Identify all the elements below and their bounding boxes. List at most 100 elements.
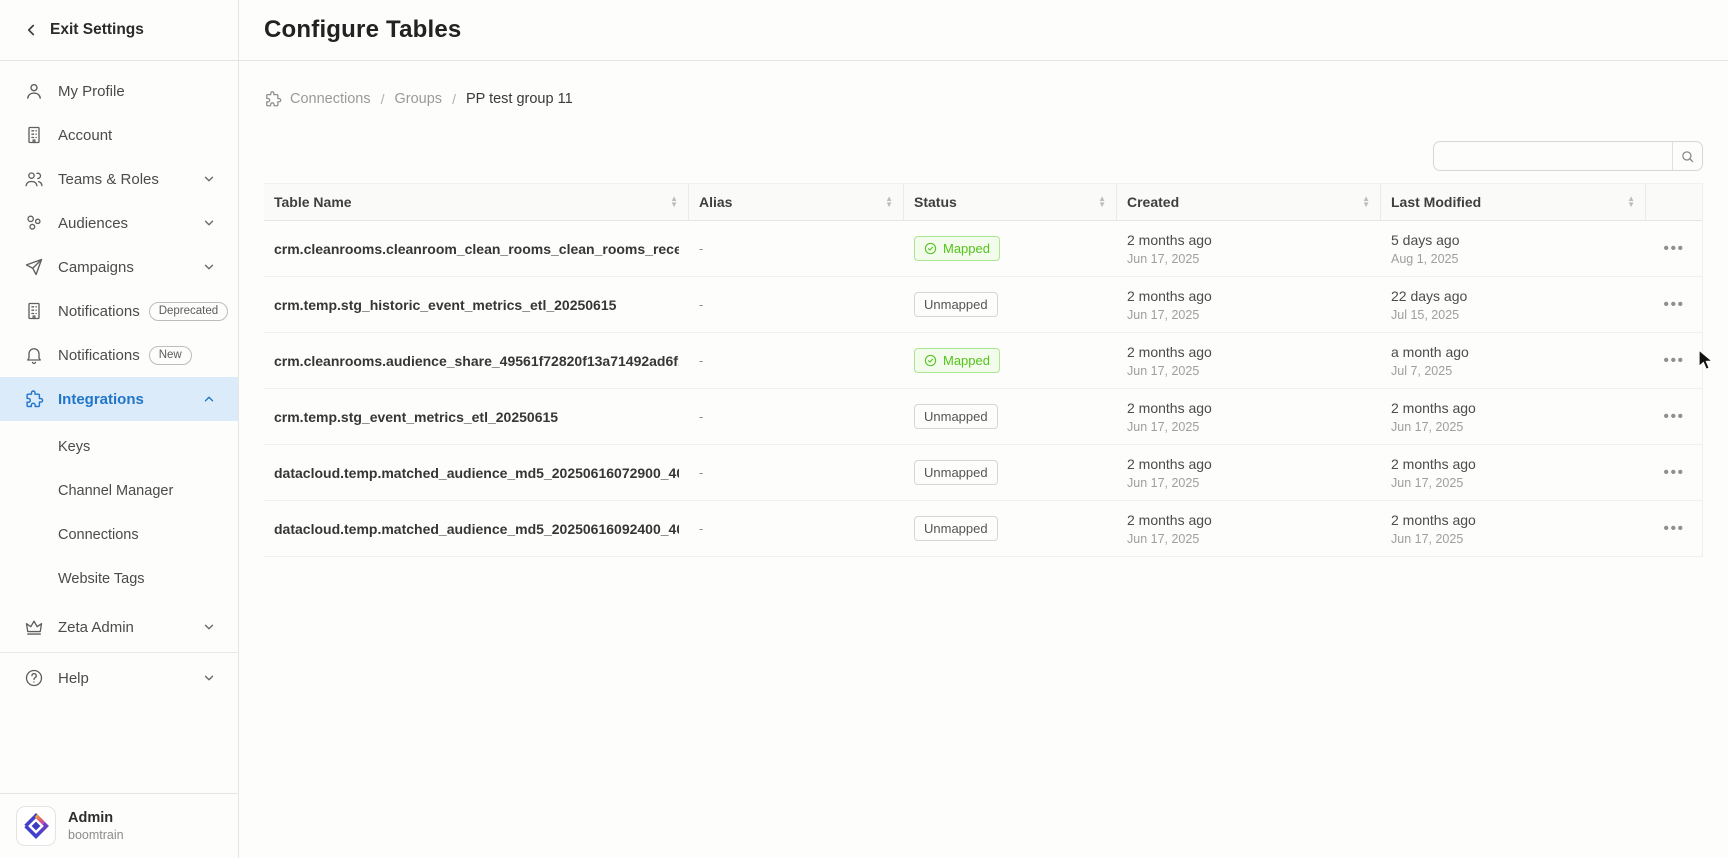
status-badge: Unmapped <box>914 516 998 541</box>
table-search <box>1433 141 1703 171</box>
table-row[interactable]: crm.temp.stg_historic_event_metrics_etl_… <box>264 277 1702 333</box>
row-actions-button[interactable]: ••• <box>1659 295 1688 315</box>
sidebar-item-my-profile[interactable]: My Profile <box>0 69 238 113</box>
sidebar-item-label: My Profile <box>58 83 125 100</box>
sidebar-item-label: Audiences <box>58 215 128 232</box>
account-info: Admin boomtrain <box>68 810 124 842</box>
sidebar-subitem-connections[interactable]: Connections <box>0 513 238 557</box>
sidebar-item-label: Zeta Admin <box>58 619 134 636</box>
sidebar-item-campaigns[interactable]: Campaigns <box>0 245 238 289</box>
created-relative: 2 months ago <box>1127 456 1212 472</box>
sidebar-item-integrations[interactable]: Integrations <box>0 377 238 421</box>
row-actions-button[interactable]: ••• <box>1659 519 1688 539</box>
modified-date: Jun 17, 2025 <box>1391 420 1463 434</box>
breadcrumb-current: PP test group 11 <box>466 91 573 107</box>
modified-relative: 2 months ago <box>1391 512 1476 528</box>
column-label: Alias <box>699 194 732 210</box>
sidebar-item-help[interactable]: Help <box>0 656 238 700</box>
chevron-down-icon <box>202 620 216 634</box>
table-row[interactable]: crm.cleanrooms.cleanroom_clean_rooms_cle… <box>264 221 1702 277</box>
sidebar-item-audiences[interactable]: Audiences <box>0 201 238 245</box>
table-name-cell: datacloud.temp.matched_audience_md5_2025… <box>274 521 679 537</box>
created-date: Jun 17, 2025 <box>1127 252 1199 266</box>
modified-relative: 22 days ago <box>1391 288 1467 304</box>
user-icon <box>24 81 44 101</box>
modified-relative: 2 months ago <box>1391 456 1476 472</box>
check-circle-icon <box>924 354 937 367</box>
sort-icon: ▲▼ <box>1354 196 1370 208</box>
created-date: Jun 17, 2025 <box>1127 532 1199 546</box>
sidebar-subitem-channel-manager[interactable]: Channel Manager <box>0 469 238 513</box>
account-footer[interactable]: Admin boomtrain <box>0 793 238 858</box>
paper-plane-icon <box>24 257 44 277</box>
sidebar-item-label: Account <box>58 127 112 144</box>
alias-cell: - <box>699 465 703 480</box>
table-name-cell: crm.cleanrooms.cleanroom_clean_rooms_cle… <box>274 241 679 257</box>
status-label: Unmapped <box>924 464 988 481</box>
alias-cell: - <box>699 353 703 368</box>
created-relative: 2 months ago <box>1127 232 1212 248</box>
table-row[interactable]: crm.cleanrooms.audience_share_49561f7282… <box>264 333 1702 389</box>
page-content: Connections / Groups / PP test group 11 … <box>239 61 1728 557</box>
search-button[interactable] <box>1672 142 1702 170</box>
table-row[interactable]: datacloud.temp.matched_audience_md5_2025… <box>264 501 1702 557</box>
puzzle-icon <box>24 389 44 409</box>
sidebar-item-teams-roles[interactable]: Teams & Roles <box>0 157 238 201</box>
column-header-status[interactable]: Status ▲▼ <box>904 184 1117 220</box>
table-name-cell: crm.cleanrooms.audience_share_49561f7282… <box>274 353 679 369</box>
sidebar-nav: My Profile Account Teams & Roles Audienc… <box>0 61 238 700</box>
modified-date: Jun 17, 2025 <box>1391 476 1463 490</box>
sidebar-item-zeta-admin[interactable]: Zeta Admin <box>0 605 238 649</box>
app-window: Exit Settings My Profile Account Teams &… <box>0 0 1728 858</box>
sort-icon: ▲▼ <box>662 196 678 208</box>
column-header-actions <box>1646 184 1702 220</box>
sidebar-item-label: Help <box>58 670 89 687</box>
column-header-last-modified[interactable]: Last Modified ▲▼ <box>1381 184 1646 220</box>
status-badge: Unmapped <box>914 292 998 317</box>
status-label: Mapped <box>943 240 990 257</box>
table-row[interactable]: datacloud.temp.matched_audience_md5_2025… <box>264 445 1702 501</box>
sidebar-subitem-keys[interactable]: Keys <box>0 425 238 469</box>
status-label: Mapped <box>943 352 990 369</box>
column-label: Status <box>914 194 957 210</box>
breadcrumb-link-groups[interactable]: Groups <box>395 91 443 107</box>
sidebar-item-label: Notifications <box>58 303 140 320</box>
chevron-down-icon <box>202 260 216 274</box>
building-icon <box>24 125 44 145</box>
table-body: crm.cleanrooms.cleanroom_clean_rooms_cle… <box>264 221 1702 557</box>
sidebar-item-account[interactable]: Account <box>0 113 238 157</box>
row-actions-button[interactable]: ••• <box>1659 351 1688 371</box>
row-actions-button[interactable]: ••• <box>1659 463 1688 483</box>
breadcrumb: Connections / Groups / PP test group 11 <box>264 88 1703 110</box>
chevron-left-icon <box>22 21 40 39</box>
status-badge: Unmapped <box>914 460 998 485</box>
sidebar-subitem-website-tags[interactable]: Website Tags <box>0 557 238 601</box>
sidebar-subitem-label: Connections <box>58 527 139 543</box>
main-panel: Configure Tables Connections / Groups / … <box>239 0 1728 858</box>
sidebar-item-notifications-deprecated[interactable]: Notifications Deprecated <box>0 289 238 333</box>
settings-sidebar: Exit Settings My Profile Account Teams &… <box>0 0 239 858</box>
exit-settings-button[interactable]: Exit Settings <box>0 0 238 61</box>
status-badge: Unmapped <box>914 404 998 429</box>
page-title: Configure Tables <box>264 16 461 44</box>
table-name-cell: datacloud.temp.matched_audience_md5_2025… <box>274 465 679 481</box>
integrations-submenu: Keys Channel Manager Connections Website… <box>0 425 238 601</box>
created-relative: 2 months ago <box>1127 344 1212 360</box>
column-header-table-name[interactable]: Table Name ▲▼ <box>264 184 689 220</box>
search-input[interactable] <box>1434 142 1672 170</box>
table-row[interactable]: crm.temp.stg_event_metrics_etl_20250615 … <box>264 389 1702 445</box>
created-date: Jun 17, 2025 <box>1127 364 1199 378</box>
sidebar-item-label: Teams & Roles <box>58 171 159 188</box>
sidebar-item-notifications-new[interactable]: Notifications New <box>0 333 238 377</box>
created-date: Jun 17, 2025 <box>1127 476 1199 490</box>
question-circle-icon <box>24 668 44 688</box>
column-header-alias[interactable]: Alias ▲▼ <box>689 184 904 220</box>
row-actions-button[interactable]: ••• <box>1659 239 1688 259</box>
row-actions-button[interactable]: ••• <box>1659 407 1688 427</box>
column-label: Created <box>1127 194 1179 210</box>
column-label: Last Modified <box>1391 194 1481 210</box>
breadcrumb-link-connections[interactable]: Connections <box>290 91 371 107</box>
column-header-created[interactable]: Created ▲▼ <box>1117 184 1381 220</box>
modified-relative: a month ago <box>1391 344 1469 360</box>
chevron-down-icon <box>202 172 216 186</box>
